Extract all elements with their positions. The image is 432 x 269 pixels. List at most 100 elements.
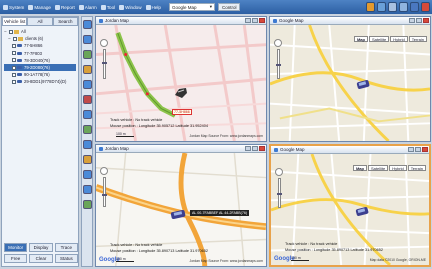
tree-root[interactable]: − All [4, 28, 76, 35]
map-type-hybrid[interactable]: Hybrid [390, 36, 408, 42]
tree-group[interactable]: − clients (6) [4, 35, 76, 42]
menu-window[interactable]: Window [119, 4, 142, 10]
close-button[interactable] [422, 147, 428, 152]
toolbar-icon-3[interactable] [388, 2, 397, 12]
map-type-satellite[interactable]: Satellite [367, 165, 389, 171]
close-button[interactable] [259, 146, 265, 151]
minimize-button[interactable] [408, 147, 414, 152]
vehicle-item[interactable]: 77-5H866 [4, 42, 76, 49]
map-titlebar: Jordan Map [96, 145, 266, 153]
route-icon[interactable] [82, 125, 92, 134]
car-icon [17, 44, 22, 48]
map-type-terrain[interactable]: Terrain [408, 36, 427, 42]
menu-system[interactable]: System [3, 4, 24, 10]
vehicle-item[interactable]: 78-3D040(76) [4, 57, 76, 64]
map-type-hybrid[interactable]: Hybrid [389, 165, 407, 171]
checkbox[interactable] [12, 65, 16, 70]
pan-icon[interactable] [275, 168, 283, 176]
export-icon[interactable] [82, 170, 92, 179]
checkbox[interactable] [12, 79, 16, 84]
checkbox[interactable] [12, 51, 16, 56]
control-button[interactable]: Control [217, 3, 241, 11]
minimize-button[interactable] [245, 18, 251, 23]
map-type-terrain[interactable]: Terrain [407, 165, 426, 171]
toolbar-icon-4[interactable] [399, 2, 408, 12]
map-canvas[interactable]: Map Satellite Hybrid Terrain [270, 25, 430, 141]
toolbar-icon-5[interactable] [410, 2, 419, 12]
measure-icon[interactable] [82, 65, 92, 74]
locate-icon[interactable] [82, 95, 92, 104]
vehicle-marker[interactable] [174, 87, 188, 99]
toolbar-icon-1[interactable] [366, 2, 375, 12]
monitor-button[interactable]: Monitor [4, 243, 28, 252]
collapse-icon[interactable]: − [4, 29, 8, 34]
zoom-in-icon[interactable] [82, 20, 92, 29]
zoom-out-icon[interactable] [82, 35, 92, 44]
checkbox[interactable] [12, 58, 16, 63]
map-canvas[interactable]: 77-5H866 Track vehicle : No track vehicl… [96, 25, 266, 141]
toolbar-icon-2[interactable] [377, 2, 386, 12]
maximize-button[interactable] [416, 18, 422, 23]
checkbox[interactable] [13, 36, 17, 41]
menu-help[interactable]: Help [145, 4, 161, 10]
menu-manage[interactable]: Manage [28, 4, 51, 10]
menu-report[interactable]: Report [54, 4, 75, 10]
refresh-icon[interactable] [82, 80, 92, 89]
zoom-control[interactable] [274, 39, 282, 79]
map-icon [99, 146, 103, 151]
map-title: Google Map [280, 147, 305, 152]
panel-buttons: Monitor Display Trace Free Clear Status [4, 243, 78, 263]
map-type-map[interactable]: Map [353, 36, 368, 42]
checkbox[interactable] [12, 72, 16, 77]
vehicle-item[interactable]: 90-1A778(76) [4, 71, 76, 78]
pan-icon[interactable] [100, 167, 108, 175]
settings-icon[interactable] [82, 185, 92, 194]
display-button[interactable]: Display [29, 243, 53, 252]
map-type-map[interactable]: Map [352, 165, 367, 171]
close-button[interactable] [423, 18, 429, 23]
vehicle-item[interactable]: 29-8DD1(9778D74)(D) [4, 78, 76, 85]
vehicle-marker[interactable] [170, 209, 186, 220]
zoom-control[interactable] [275, 168, 283, 208]
tab-all[interactable]: All [27, 17, 53, 26]
menu-tool[interactable]: Tool [100, 4, 115, 10]
vehicle-marker[interactable] [356, 79, 370, 90]
car-icon [170, 209, 186, 219]
vehicle-marker[interactable] [355, 206, 369, 217]
tab-search[interactable]: Search [52, 17, 78, 26]
car-icon [17, 51, 22, 55]
map-canvas[interactable]: AL 00-7FABBEF AL 44-2FABB(76) Track vehi… [96, 153, 266, 266]
maximize-button[interactable] [252, 146, 258, 151]
zoom-control[interactable] [100, 39, 108, 79]
trace-button[interactable]: Trace [54, 243, 78, 252]
free-button[interactable]: Free [4, 254, 28, 263]
close-button[interactable] [259, 18, 265, 23]
clear-button[interactable]: Clear [29, 254, 53, 263]
minimize-button[interactable] [409, 18, 415, 23]
toolbar-icon-6[interactable] [421, 2, 430, 12]
maximize-button[interactable] [252, 18, 258, 23]
print-icon[interactable] [82, 155, 92, 164]
pan-icon[interactable] [100, 39, 108, 47]
zoom-control[interactable] [100, 167, 108, 207]
vehicle-item[interactable]: 77-7F803 [4, 50, 76, 57]
pan-icon[interactable] [274, 39, 282, 47]
menu-alarm[interactable]: Alarm [78, 4, 97, 10]
vehicle-label: 77-5H866 [172, 109, 192, 115]
map-canvas[interactable]: Map Satellite Hybrid Terrain Track vehic… [271, 154, 429, 265]
maximize-button[interactable] [415, 147, 421, 152]
map-type-satellite[interactable]: Satellite [368, 36, 390, 42]
info-icon[interactable] [82, 140, 92, 149]
minimize-button[interactable] [245, 146, 251, 151]
vehicle-item[interactable]: 79-2D080(76) [4, 63, 76, 72]
status-button[interactable]: Status [54, 254, 78, 263]
tab-vehicle-list[interactable]: Vehicle list [2, 17, 28, 26]
map-type-select[interactable]: Google Map ▾ [168, 3, 215, 11]
pan-icon[interactable] [82, 50, 92, 59]
checkbox[interactable] [12, 43, 16, 48]
report-icon [54, 4, 60, 10]
collapse-icon[interactable]: − [8, 36, 12, 41]
edit-icon[interactable] [82, 110, 92, 119]
checkbox[interactable] [9, 29, 13, 34]
layers-icon[interactable] [82, 200, 92, 209]
